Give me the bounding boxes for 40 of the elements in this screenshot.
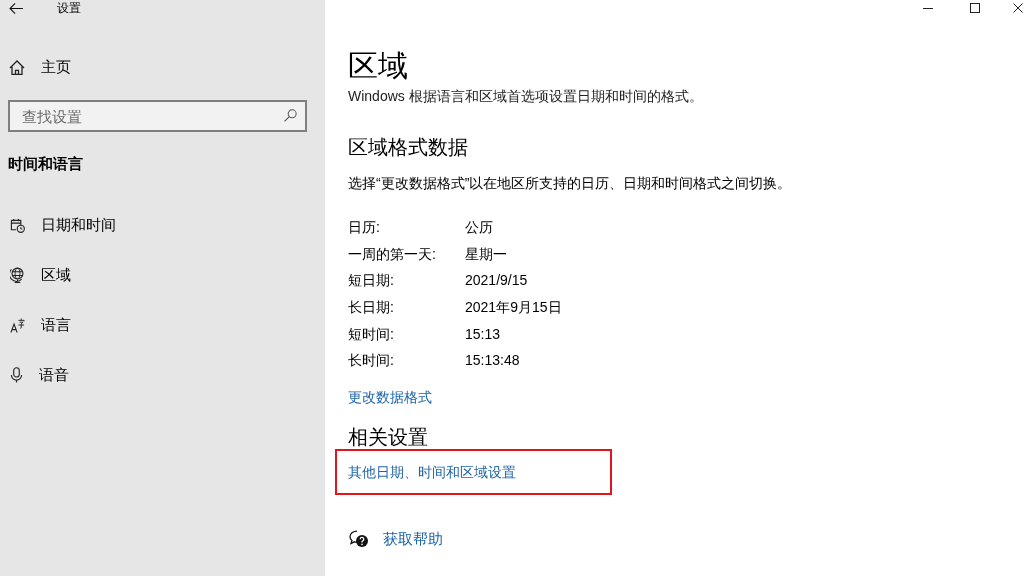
field-label: 日历: xyxy=(348,218,380,238)
calendar-clock-icon xyxy=(10,217,25,233)
section-description: 选择“更改数据格式”以在地区所支持的日历、日期和时间格式之间切换。 xyxy=(348,174,792,193)
globe-icon xyxy=(10,267,25,283)
minimize-icon xyxy=(923,7,933,9)
back-arrow-icon xyxy=(9,2,23,14)
page-title: 区域 xyxy=(348,48,408,84)
back-button[interactable] xyxy=(9,2,23,14)
field-label: 长时间: xyxy=(348,351,394,371)
help-chat-icon xyxy=(349,529,369,548)
search-field[interactable]: 查找设置 xyxy=(8,100,307,132)
field-value: 公历 xyxy=(465,218,493,238)
nav-item[interactable]: 语音 xyxy=(0,350,325,400)
nav-item[interactable]: 区域 xyxy=(0,250,325,300)
home-icon xyxy=(9,59,25,75)
page-description: Windows 根据语言和区域首选项设置日期和时间的格式。 xyxy=(348,87,703,105)
field-label: 短时间: xyxy=(348,324,394,344)
close-icon xyxy=(1013,3,1023,13)
field-label: 短日期: xyxy=(348,271,394,291)
field-value: 15:13:48 xyxy=(465,351,520,371)
change-format-link[interactable]: 更改数据格式 xyxy=(348,386,432,407)
section-heading: 区域格式数据 xyxy=(348,135,468,160)
nav-item[interactable]: 语言 xyxy=(0,300,325,350)
home-nav-item[interactable]: 主页 xyxy=(0,55,71,79)
field-value: 15:13 xyxy=(465,324,501,344)
language-icon xyxy=(10,317,25,333)
field-label: 一周的第一天: xyxy=(348,244,436,264)
nav-item[interactable]: 日期和时间 xyxy=(0,200,325,250)
related-settings-link[interactable]: 其他日期、时间和区域设置 xyxy=(348,461,516,482)
field-value: 2021/9/15 xyxy=(465,271,528,291)
section-heading: 相关设置 xyxy=(348,424,428,449)
section-heading: 时间和语言 xyxy=(8,154,83,174)
microphone-icon xyxy=(10,367,23,383)
field-label: 长日期: xyxy=(348,298,394,318)
window-title: 设置 xyxy=(57,0,81,16)
get-help-link[interactable]: 获取帮助 xyxy=(383,528,443,549)
search-icon[interactable] xyxy=(284,109,297,122)
maximize-icon xyxy=(970,3,980,13)
field-value: 星期一 xyxy=(465,244,507,264)
field-value: 2021年9月15日 xyxy=(465,298,562,318)
